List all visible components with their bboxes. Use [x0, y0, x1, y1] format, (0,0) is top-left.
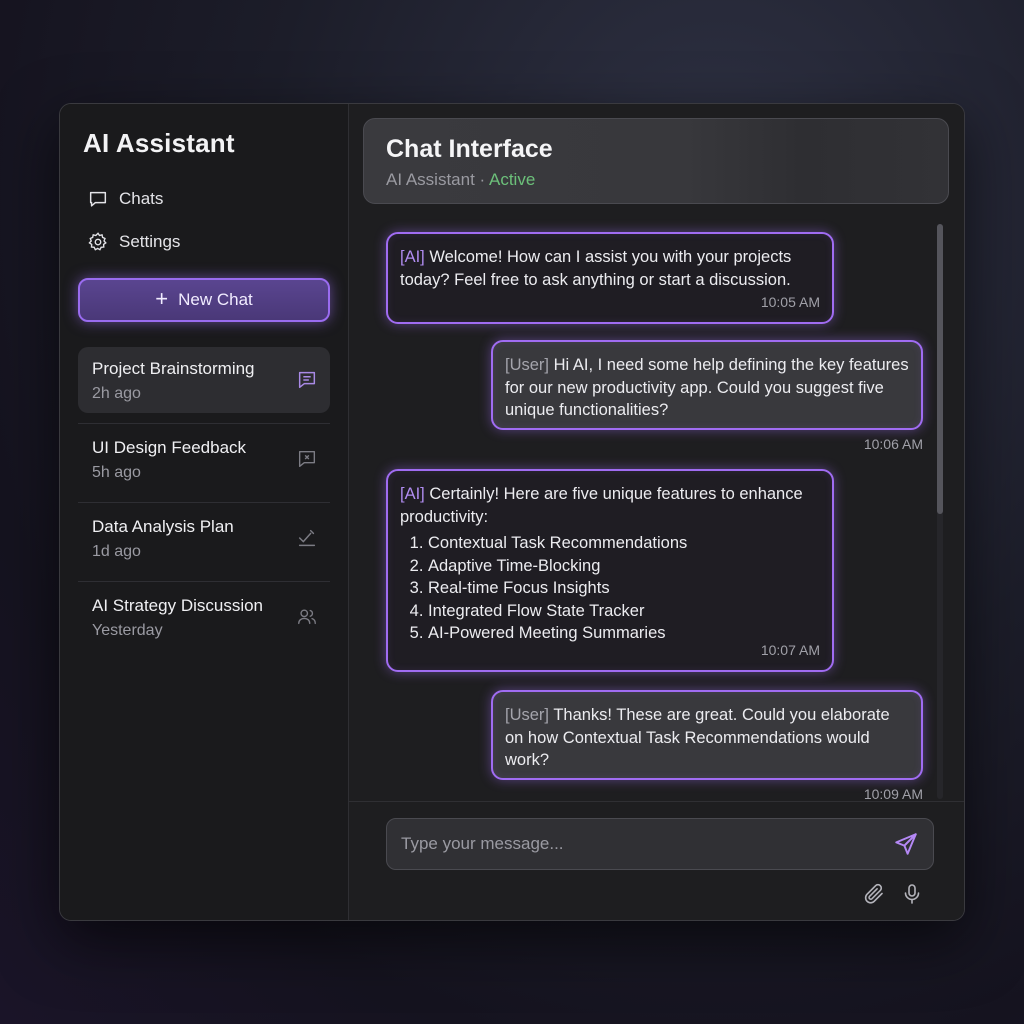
message-tag: [AI] [400, 485, 425, 503]
conversation-item[interactable]: Data Analysis Plan 1d ago [78, 505, 330, 571]
message-time: 10:06 AM [863, 436, 923, 452]
conversation-item[interactable]: Project Brainstorming 2h ago [78, 347, 330, 413]
divider [349, 801, 964, 802]
conversation-time: Yesterday [92, 622, 163, 639]
nav-item-label: Chats [119, 189, 164, 208]
chat-subtitle: AI Assistant · Active [386, 170, 926, 190]
user-message: [User] Thanks! These are great. Could yo… [491, 690, 923, 780]
message-icon [298, 371, 316, 389]
conversation-title: Project Brainstorming [92, 359, 255, 378]
conversation-item[interactable]: AI Strategy Discussion Yesterday [78, 584, 330, 650]
divider [78, 502, 330, 503]
gear-icon [88, 232, 107, 251]
plus-icon: + [155, 286, 169, 311]
status-badge: Active [489, 170, 536, 189]
nav-item-settings[interactable]: Settings [87, 231, 180, 253]
list-item: Adaptive Time-Blocking [428, 555, 820, 578]
assistant-name: AI Assistant [386, 170, 475, 189]
conversation-time: 5h ago [92, 464, 141, 481]
conversation-title: UI Design Feedback [92, 438, 247, 457]
nav-item-chats[interactable]: Chats [87, 188, 163, 210]
new-chat-label: New Chat [178, 290, 253, 309]
conversation-item[interactable]: UI Design Feedback 5h ago [78, 426, 330, 492]
message-composer [386, 818, 934, 870]
message-time: 10:05 AM [760, 293, 820, 310]
message-tag: [User] [505, 356, 550, 374]
message-list: [AI] Welcome! How can I assist you with … [349, 214, 953, 802]
feedback-icon [298, 450, 316, 468]
scrollbar-thumb[interactable] [937, 224, 943, 514]
sidebar: AI Assistant Chats Settings + New Chat P… [60, 104, 349, 920]
microphone-icon[interactable] [900, 882, 924, 906]
ai-message: [AI] Welcome! How can I assist you with … [386, 232, 834, 324]
app-title: AI Assistant [83, 128, 235, 158]
message-text: Welcome! How can I assist you with your … [400, 248, 792, 289]
paperclip-icon[interactable] [862, 882, 886, 906]
conversation-title: Data Analysis Plan [92, 517, 234, 536]
send-icon[interactable] [893, 831, 919, 857]
list-item: Contextual Task Recommendations [428, 532, 820, 555]
user-message: [User] Hi AI, I need some help defining … [491, 340, 923, 430]
message-input[interactable] [401, 834, 893, 854]
nav-item-label: Settings [119, 232, 181, 251]
message-text: Certainly! Here are five unique features… [400, 485, 803, 526]
list-item: Integrated Flow State Tracker [428, 600, 820, 623]
chat-title: Chat Interface [386, 135, 553, 163]
chat-panel: Chat Interface AI Assistant · Active [AI… [349, 104, 964, 920]
message-text: Hi AI, I need some help defining the key… [505, 356, 909, 419]
conversation-time: 2h ago [92, 385, 141, 402]
ai-message: [AI] Certainly! Here are five unique fea… [386, 469, 834, 672]
users-icon [298, 609, 316, 625]
list-item: Real-time Focus Insights [428, 577, 820, 600]
app-window: AI Assistant Chats Settings + New Chat P… [59, 103, 965, 921]
message-text: Thanks! These are great. Could you elabo… [505, 706, 890, 769]
separator: · [474, 170, 489, 189]
divider [78, 423, 330, 424]
chat-header: Chat Interface AI Assistant · Active [363, 118, 949, 204]
conversation-title: AI Strategy Discussion [92, 596, 264, 615]
message-tag: [AI] [400, 248, 425, 266]
checklist-icon [298, 529, 316, 547]
divider [78, 581, 330, 582]
chat-bubble-icon [89, 191, 107, 207]
feature-list: Contextual Task Recommendations Adaptive… [400, 532, 820, 645]
message-time: 10:09 AM [863, 786, 923, 802]
message-tag: [User] [505, 706, 550, 724]
conversation-time: 1d ago [92, 543, 141, 560]
new-chat-button[interactable]: + New Chat [78, 278, 330, 322]
message-time: 10:07 AM [760, 641, 820, 658]
